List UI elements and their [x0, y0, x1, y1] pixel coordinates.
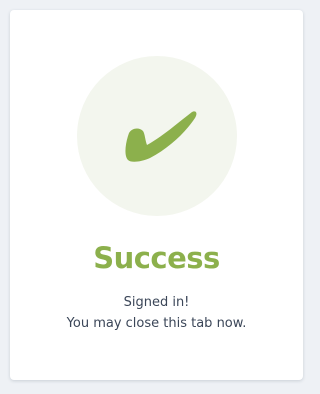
success-icon-circle — [77, 56, 237, 216]
success-card: Success Signed in! You may close this ta… — [10, 10, 303, 380]
message-line-close-tab: You may close this tab now. — [66, 316, 247, 331]
checkmark-icon — [125, 111, 197, 162]
status-message: Signed in! You may close this tab now. — [10, 292, 303, 334]
message-line-signed-in: Signed in! — [123, 295, 190, 310]
success-title: Success — [93, 241, 220, 275]
